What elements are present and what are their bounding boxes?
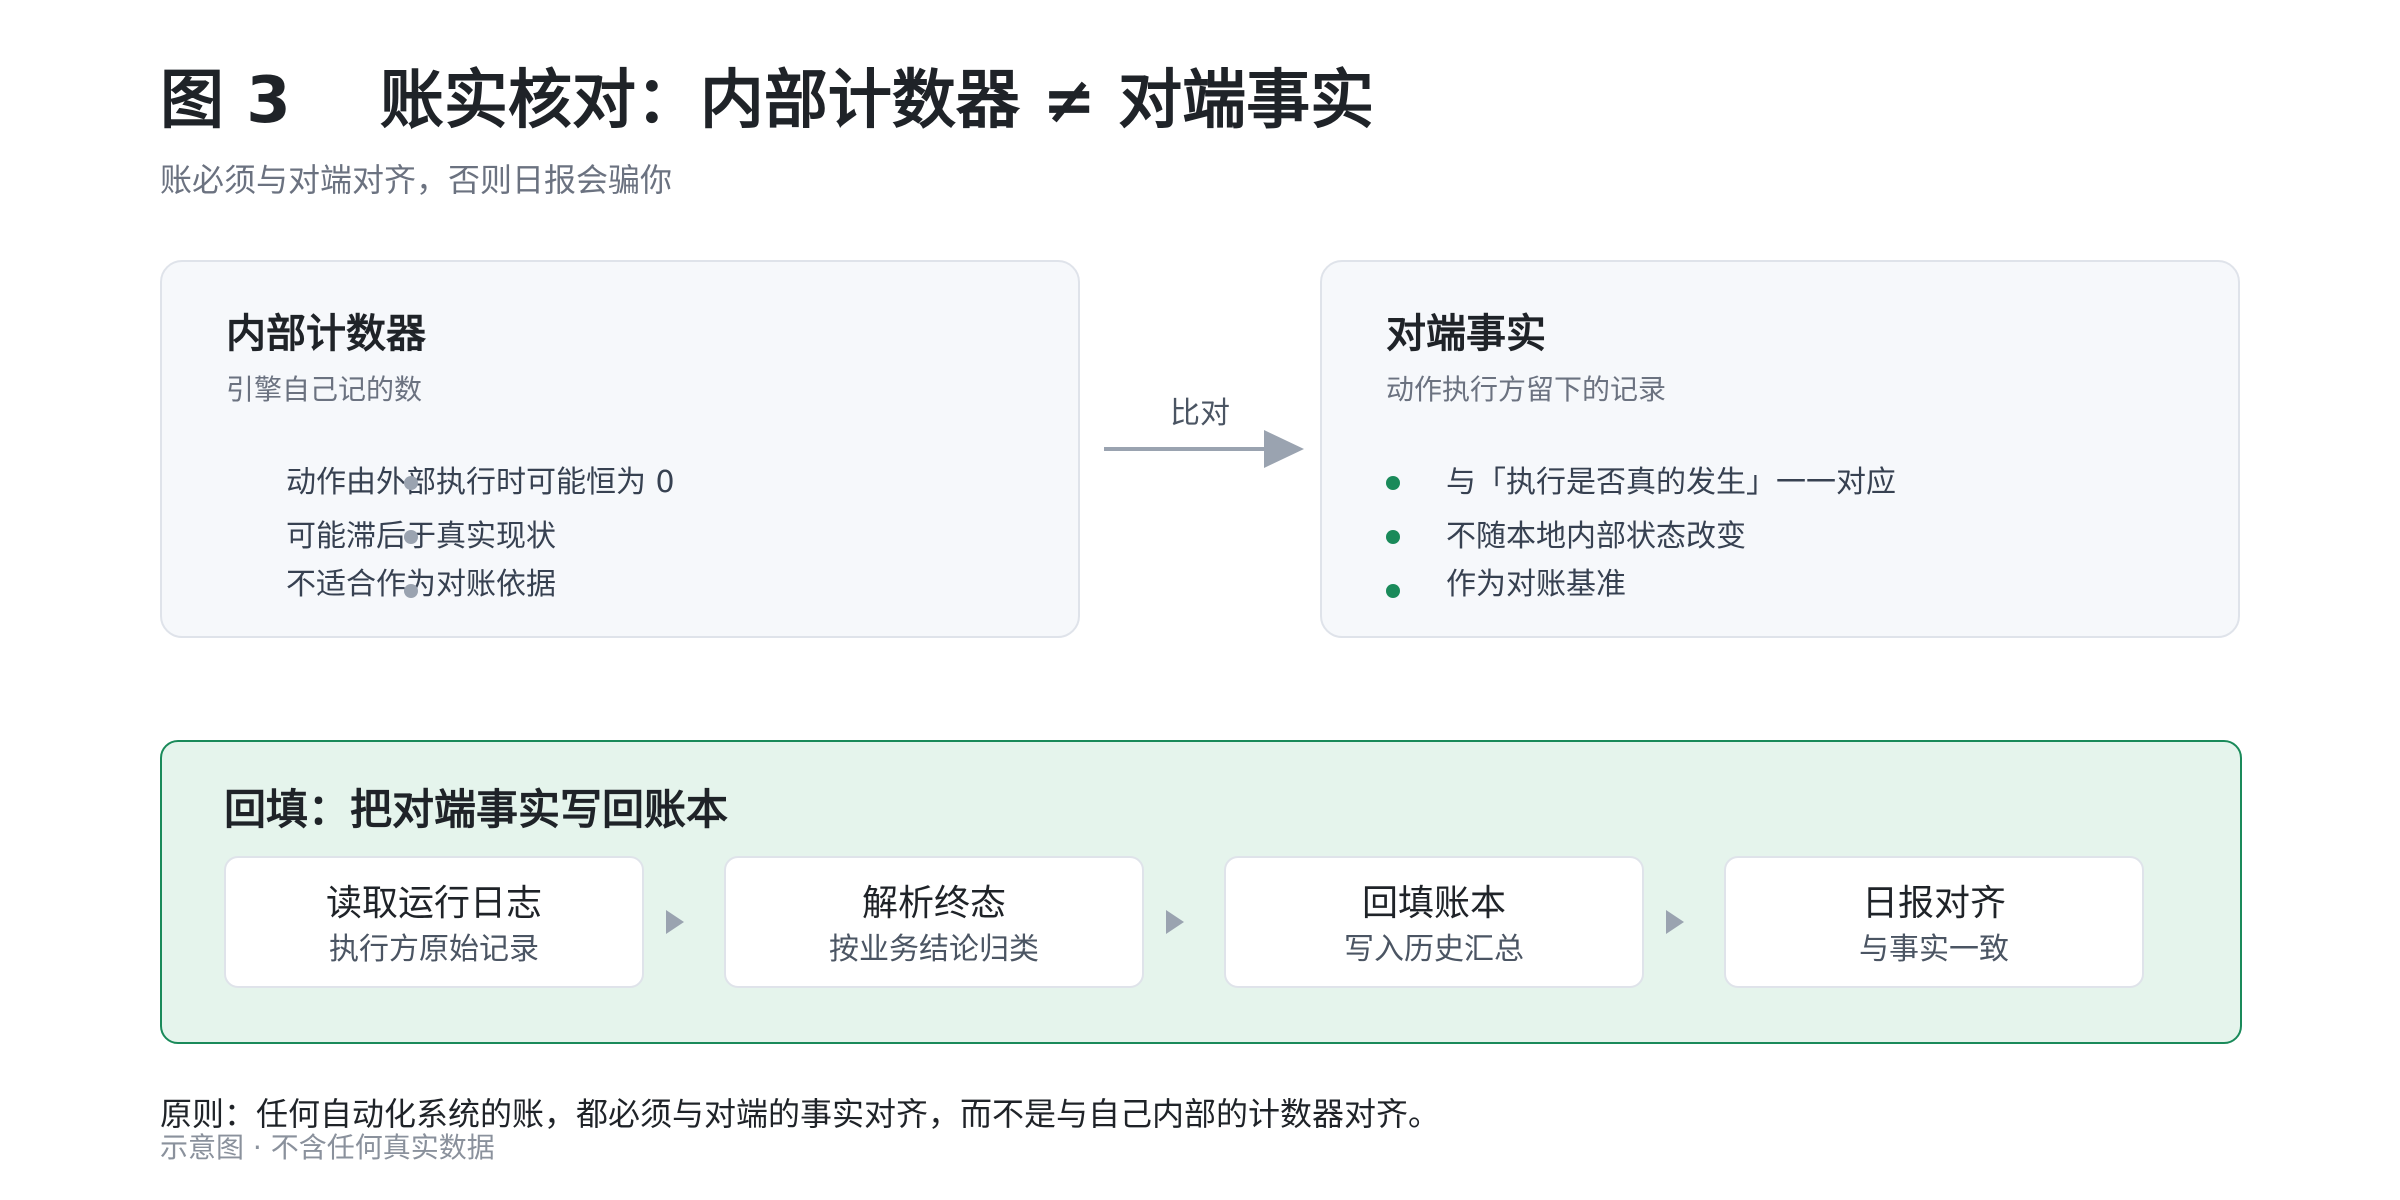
bullet-text: 不适合作为对账依据 bbox=[286, 567, 556, 602]
step-title: 回填账本 bbox=[1361, 883, 1506, 924]
bullet-text: 与「执行是否真的发生」一一对应 bbox=[1446, 465, 1896, 500]
figure-subtitle: 账必须与对端对齐，否则日报会骗你 bbox=[160, 161, 673, 199]
bullet-item: 不随本地内部状态改变 bbox=[1386, 516, 1896, 570]
bullet-text: 动作由外部执行时可能恒为 0 bbox=[286, 465, 675, 500]
step-title: 日报对齐 bbox=[1861, 883, 2006, 924]
peer-fact-card: 对端事实 动作执行方留下的记录 与「执行是否真的发生」一一对应 不随本地内部状态… bbox=[1320, 260, 2240, 638]
bullet-text: 可能滞后于真实现状 bbox=[286, 519, 556, 554]
step-arrow-icon bbox=[666, 910, 684, 934]
bullet-text: 不随本地内部状态改变 bbox=[1446, 519, 1746, 554]
step-backfill-ledger: 回填账本 写入历史汇总 bbox=[1224, 856, 1644, 988]
step-subtitle: 写入历史汇总 bbox=[1344, 932, 1524, 967]
step-title: 解析终态 bbox=[861, 883, 1006, 924]
bullet-dot-icon bbox=[1386, 530, 1400, 544]
backfill-title: 回填：把对端事实写回账本 bbox=[224, 785, 729, 834]
step-daily-report-align: 日报对齐 与事实一致 bbox=[1724, 856, 2144, 988]
bullet-item: 不适合作为对账依据 bbox=[226, 564, 675, 606]
bullet-text: 作为对账基准 bbox=[1446, 567, 1626, 602]
bullet-item: 与「执行是否真的发生」一一对应 bbox=[1386, 462, 1896, 516]
figure-page: 图 3 账实核对：内部计数器 ≠ 对端事实 账必须与对端对齐，否则日报会骗你 内… bbox=[0, 0, 2400, 1200]
bullet-item: 作为对账基准 bbox=[1386, 564, 1896, 606]
peer-fact-title: 对端事实 bbox=[1386, 311, 1546, 357]
bullet-item: 动作由外部执行时可能恒为 0 bbox=[226, 462, 675, 516]
peer-fact-subtitle: 动作执行方留下的记录 bbox=[1386, 373, 1667, 406]
internal-counter-bullets: 动作由外部执行时可能恒为 0 可能滞后于真实现状 不适合作为对账依据 bbox=[226, 462, 675, 606]
step-subtitle: 按业务结论归类 bbox=[829, 932, 1039, 967]
step-arrow-icon bbox=[1666, 910, 1684, 934]
internal-counter-subtitle: 引擎自己记的数 bbox=[226, 373, 423, 406]
bullet-dot-icon bbox=[404, 476, 418, 490]
bullet-dot-icon bbox=[1386, 584, 1400, 598]
step-read-log: 读取运行日志 执行方原始记录 bbox=[224, 856, 644, 988]
step-subtitle: 执行方原始记录 bbox=[329, 932, 539, 967]
step-parse-final-state: 解析终态 按业务结论归类 bbox=[724, 856, 1144, 988]
internal-counter-title: 内部计数器 bbox=[226, 311, 426, 357]
bullet-item: 可能滞后于真实现状 bbox=[226, 516, 675, 570]
compare-arrow-icon bbox=[1104, 430, 1304, 468]
internal-counter-card: 内部计数器 引擎自己记的数 动作由外部执行时可能恒为 0 可能滞后于真实现状 不… bbox=[160, 260, 1080, 638]
backfill-panel: 回填：把对端事实写回账本 读取运行日志 执行方原始记录 解析终态 按业务结论归类… bbox=[160, 740, 2242, 1044]
step-subtitle: 与事实一致 bbox=[1859, 932, 2009, 967]
peer-fact-bullets: 与「执行是否真的发生」一一对应 不随本地内部状态改变 作为对账基准 bbox=[1386, 462, 1896, 606]
bullet-dot-icon bbox=[404, 530, 418, 544]
bullet-dot-icon bbox=[1386, 476, 1400, 490]
step-title: 读取运行日志 bbox=[325, 883, 542, 924]
footnote-text: 示意图 · 不含任何真实数据 bbox=[160, 1131, 495, 1164]
figure-title: 图 3 账实核对：内部计数器 ≠ 对端事实 bbox=[160, 64, 1375, 138]
bullet-dot-icon bbox=[404, 584, 418, 598]
step-arrow-icon bbox=[1166, 910, 1184, 934]
